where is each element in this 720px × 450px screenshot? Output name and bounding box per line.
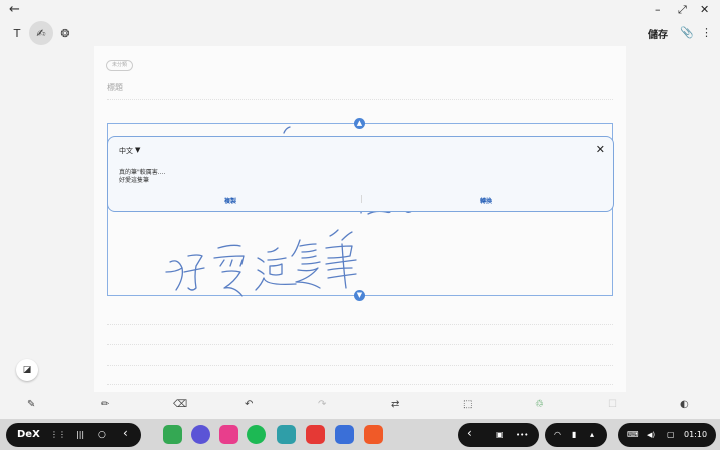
dex-button[interactable]: DeX — [17, 428, 40, 442]
internet-app-icon[interactable] — [191, 425, 210, 444]
play-store-app-icon[interactable] — [163, 425, 182, 444]
divider — [361, 195, 362, 203]
redo-icon[interactable]: ↷ — [318, 399, 326, 411]
handwriting-recognition-panel: 中文 ▼ ✕ 真的筆"較厲害.... 好愛這隻筆 複製 轉換 — [107, 136, 614, 212]
copy-button[interactable]: 複製 — [224, 196, 236, 205]
highlighter-icon[interactable]: ✏ — [101, 399, 109, 411]
language-selector[interactable]: 中文 — [119, 146, 133, 156]
selection-tool-icon[interactable]: ⬚ — [463, 399, 472, 411]
recognized-text-line2: 好愛這隻筆 — [119, 177, 150, 184]
checkbox-icon[interactable]: ☐ — [608, 399, 617, 411]
convert-text-icon[interactable]: ⇄ — [391, 399, 399, 411]
app-icon[interactable] — [277, 425, 296, 444]
dex-taskbar: DeX ⋮⋮ ||| ○ ‹ ‹ ▣ ••• ◠ ▮ ▴ ⌨ ◀) ▢ 01:1… — [0, 419, 720, 450]
pen-icon[interactable]: ✎ — [27, 399, 35, 411]
spotify-app-icon[interactable] — [247, 425, 266, 444]
shape-tool-icon[interactable]: ♲ — [535, 399, 544, 411]
volume-icon[interactable]: ◀) — [647, 428, 655, 442]
recent-apps-group: ‹ ▣ ••• — [458, 423, 539, 447]
youtube-app-icon[interactable] — [306, 425, 325, 444]
app-icon[interactable] — [364, 425, 383, 444]
battery-icon[interactable]: ▮ — [572, 428, 576, 442]
clock: 01:10 — [684, 430, 708, 439]
gallery-icon[interactable]: ▣ — [496, 428, 504, 442]
chevron-down-icon[interactable]: ▼ — [135, 146, 140, 154]
apps-grid-icon[interactable]: ⋮⋮ — [50, 428, 66, 442]
convert-button[interactable]: 轉換 — [480, 196, 492, 205]
page-settings-icon[interactable]: ◪ — [16, 359, 38, 381]
expand-up-icon[interactable]: ▴ — [590, 428, 594, 442]
app-icon[interactable] — [219, 425, 238, 444]
screen-icon[interactable]: ▢ — [667, 428, 675, 442]
undo-icon[interactable]: ↶ — [245, 399, 253, 411]
close-icon[interactable]: ✕ — [596, 143, 605, 156]
home-icon[interactable]: ○ — [98, 428, 106, 442]
app-icon[interactable] — [335, 425, 354, 444]
back-icon[interactable]: ‹ — [123, 426, 128, 440]
wifi-icon[interactable]: ◠ — [554, 428, 561, 442]
screen: ← – ⤢ ✕ T ✍ ❂ 儲存 📎 ⋮ 未分類 標題 ▲ ▼ 中文 ▼ ✕ 真… — [0, 0, 720, 450]
eraser-icon[interactable]: ⌫ — [173, 399, 187, 411]
drawing-toolbar: ✎ ✏ ⌫ ↶ ↷ ⇄ ⬚ ♲ ☐ ◐ — [0, 394, 720, 418]
keyboard-icon[interactable]: ⌨ — [627, 428, 639, 442]
status-group: ◠ ▮ ▴ — [545, 423, 607, 447]
color-picker-icon[interactable]: ◐ — [680, 399, 689, 411]
system-tray: ⌨ ◀) ▢ 01:10 — [618, 423, 716, 447]
dex-nav-group: DeX ⋮⋮ ||| ○ ‹ — [6, 423, 141, 447]
handwriting-strokes — [165, 126, 413, 297]
recents-icon[interactable]: ||| — [76, 428, 84, 442]
chevron-left-icon[interactable]: ‹ — [467, 426, 472, 440]
more-icon[interactable]: ••• — [516, 428, 528, 442]
